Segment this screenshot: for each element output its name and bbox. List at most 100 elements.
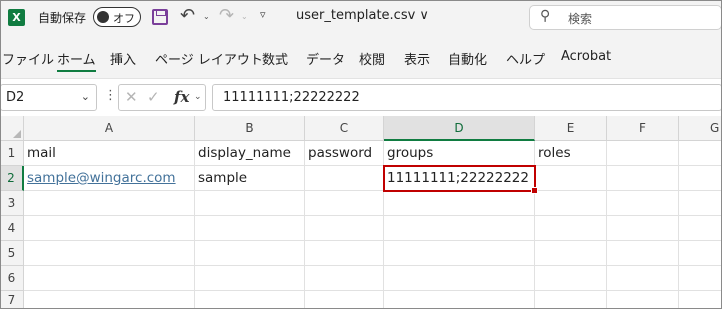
cell[interactable] (305, 191, 384, 216)
row-header-selected[interactable]: 2 (0, 166, 24, 191)
cell[interactable] (24, 216, 195, 241)
cell-f1[interactable] (607, 141, 679, 166)
row-header[interactable]: 6 (0, 266, 24, 291)
cell-e2[interactable] (535, 166, 607, 191)
cell[interactable] (305, 266, 384, 291)
tab-file[interactable]: ファイル (2, 49, 54, 68)
column-header[interactable]: G (679, 116, 722, 141)
cell[interactable] (535, 266, 607, 291)
autosave-toggle[interactable]: オフ (93, 7, 141, 27)
cancel-icon[interactable]: ✕ (125, 88, 138, 106)
formula-bar: D2 ⌄ ⋮ ✕ ✓ fx ⌄ 11111111;22222222 (0, 78, 722, 116)
row-header[interactable]: 4 (0, 216, 24, 241)
cell[interactable] (679, 291, 722, 309)
cell-c1[interactable]: password (305, 141, 384, 166)
cell[interactable] (607, 216, 679, 241)
cell-g1[interactable] (679, 141, 722, 166)
worksheet-grid: A B C D E F G 1 2 3 4 5 6 7 mail display… (0, 116, 722, 309)
tab-formulas[interactable]: 数式 (262, 49, 288, 68)
cell-a1[interactable]: mail (24, 141, 195, 166)
cell[interactable] (607, 266, 679, 291)
cell[interactable] (384, 266, 535, 291)
redo-dropdown-icon[interactable]: ⌄ (241, 12, 248, 21)
cell[interactable] (607, 291, 679, 309)
name-box-value: D2 (6, 90, 25, 105)
cell[interactable] (305, 291, 384, 309)
cell-d1[interactable]: groups (384, 141, 535, 166)
tab-view[interactable]: 表示 (404, 49, 430, 68)
customize-qat-icon[interactable]: ▿ (260, 8, 266, 21)
enter-icon[interactable]: ✓ (147, 88, 160, 106)
toggle-knob (97, 10, 109, 23)
undo-dropdown-icon[interactable]: ⌄ (203, 12, 210, 21)
cell[interactable] (607, 241, 679, 266)
row-header[interactable]: 1 (0, 141, 24, 166)
cell[interactable] (195, 266, 305, 291)
cell[interactable] (384, 216, 535, 241)
cell[interactable] (195, 191, 305, 216)
cell[interactable] (305, 216, 384, 241)
cell[interactable] (195, 216, 305, 241)
cell[interactable] (195, 241, 305, 266)
cell[interactable] (384, 191, 535, 216)
redo-icon[interactable]: ↷ (219, 5, 234, 26)
row-header[interactable]: 3 (0, 191, 24, 216)
cell[interactable] (535, 191, 607, 216)
cell-d2-active[interactable]: 11111111;22222222 (383, 165, 538, 194)
cell[interactable] (195, 291, 305, 309)
row-header[interactable]: 5 (0, 241, 24, 266)
cell-b2[interactable]: sample (195, 166, 305, 191)
tab-insert[interactable]: 挿入 (110, 49, 136, 68)
title-bar: X 自動保存 オフ ↶ ⌄ ↷ ⌄ ▿ user_template.csv ∨ … (0, 0, 722, 34)
column-header[interactable]: F (607, 116, 679, 141)
chevron-down-icon[interactable]: ⌄ (81, 90, 90, 103)
select-all-button[interactable] (0, 116, 24, 141)
name-box[interactable]: D2 ⌄ (0, 84, 97, 111)
cell[interactable] (535, 291, 607, 309)
cell[interactable] (305, 241, 384, 266)
cell-g2[interactable] (679, 166, 722, 191)
search-box[interactable]: ⚲ 検索 (529, 5, 722, 30)
column-header[interactable]: C (305, 116, 384, 141)
column-header[interactable]: A (24, 116, 195, 141)
excel-icon: X (8, 9, 25, 26)
tab-automate[interactable]: 自動化 (448, 49, 487, 68)
save-icon[interactable] (152, 9, 168, 25)
cell[interactable] (607, 191, 679, 216)
cell-b1[interactable]: display_name (195, 141, 305, 166)
cell-f2[interactable] (607, 166, 679, 191)
cell[interactable] (384, 241, 535, 266)
undo-icon[interactable]: ↶ (180, 5, 195, 26)
cell[interactable] (24, 266, 195, 291)
insert-function-icon[interactable]: fx (174, 88, 189, 106)
cell[interactable] (535, 241, 607, 266)
cell[interactable] (535, 216, 607, 241)
column-header[interactable]: E (535, 116, 607, 141)
cell[interactable] (679, 216, 722, 241)
cell[interactable] (24, 191, 195, 216)
tab-page-layout[interactable]: ページ レイアウト (155, 49, 263, 68)
file-name[interactable]: user_template.csv ∨ (296, 8, 429, 23)
tab-help[interactable]: ヘルプ (506, 49, 545, 68)
cell[interactable] (24, 291, 195, 309)
tab-home[interactable]: ホーム (57, 49, 96, 72)
tab-acrobat[interactable]: Acrobat (561, 49, 611, 64)
formula-input[interactable]: 11111111;22222222 (212, 84, 722, 111)
cell[interactable] (384, 291, 535, 309)
column-header[interactable]: B (195, 116, 305, 141)
chevron-down-icon[interactable]: ⌄ (194, 92, 202, 102)
cell[interactable] (679, 266, 722, 291)
cell-a2-email-link[interactable]: sample@wingarc.com (24, 166, 195, 191)
cell[interactable] (24, 241, 195, 266)
column-header-selected[interactable]: D (384, 116, 535, 141)
cell-e1[interactable]: roles (535, 141, 607, 166)
cell[interactable] (679, 191, 722, 216)
search-icon: ⚲ (540, 8, 551, 24)
autosave-label: 自動保存 (38, 11, 87, 25)
tab-data[interactable]: データ (306, 49, 345, 68)
tab-review[interactable]: 校閲 (359, 49, 385, 68)
row-header[interactable]: 7 (0, 291, 24, 309)
cell-c2[interactable] (305, 166, 384, 191)
cell[interactable] (679, 241, 722, 266)
more-options-icon[interactable]: ⋮ (104, 88, 117, 103)
